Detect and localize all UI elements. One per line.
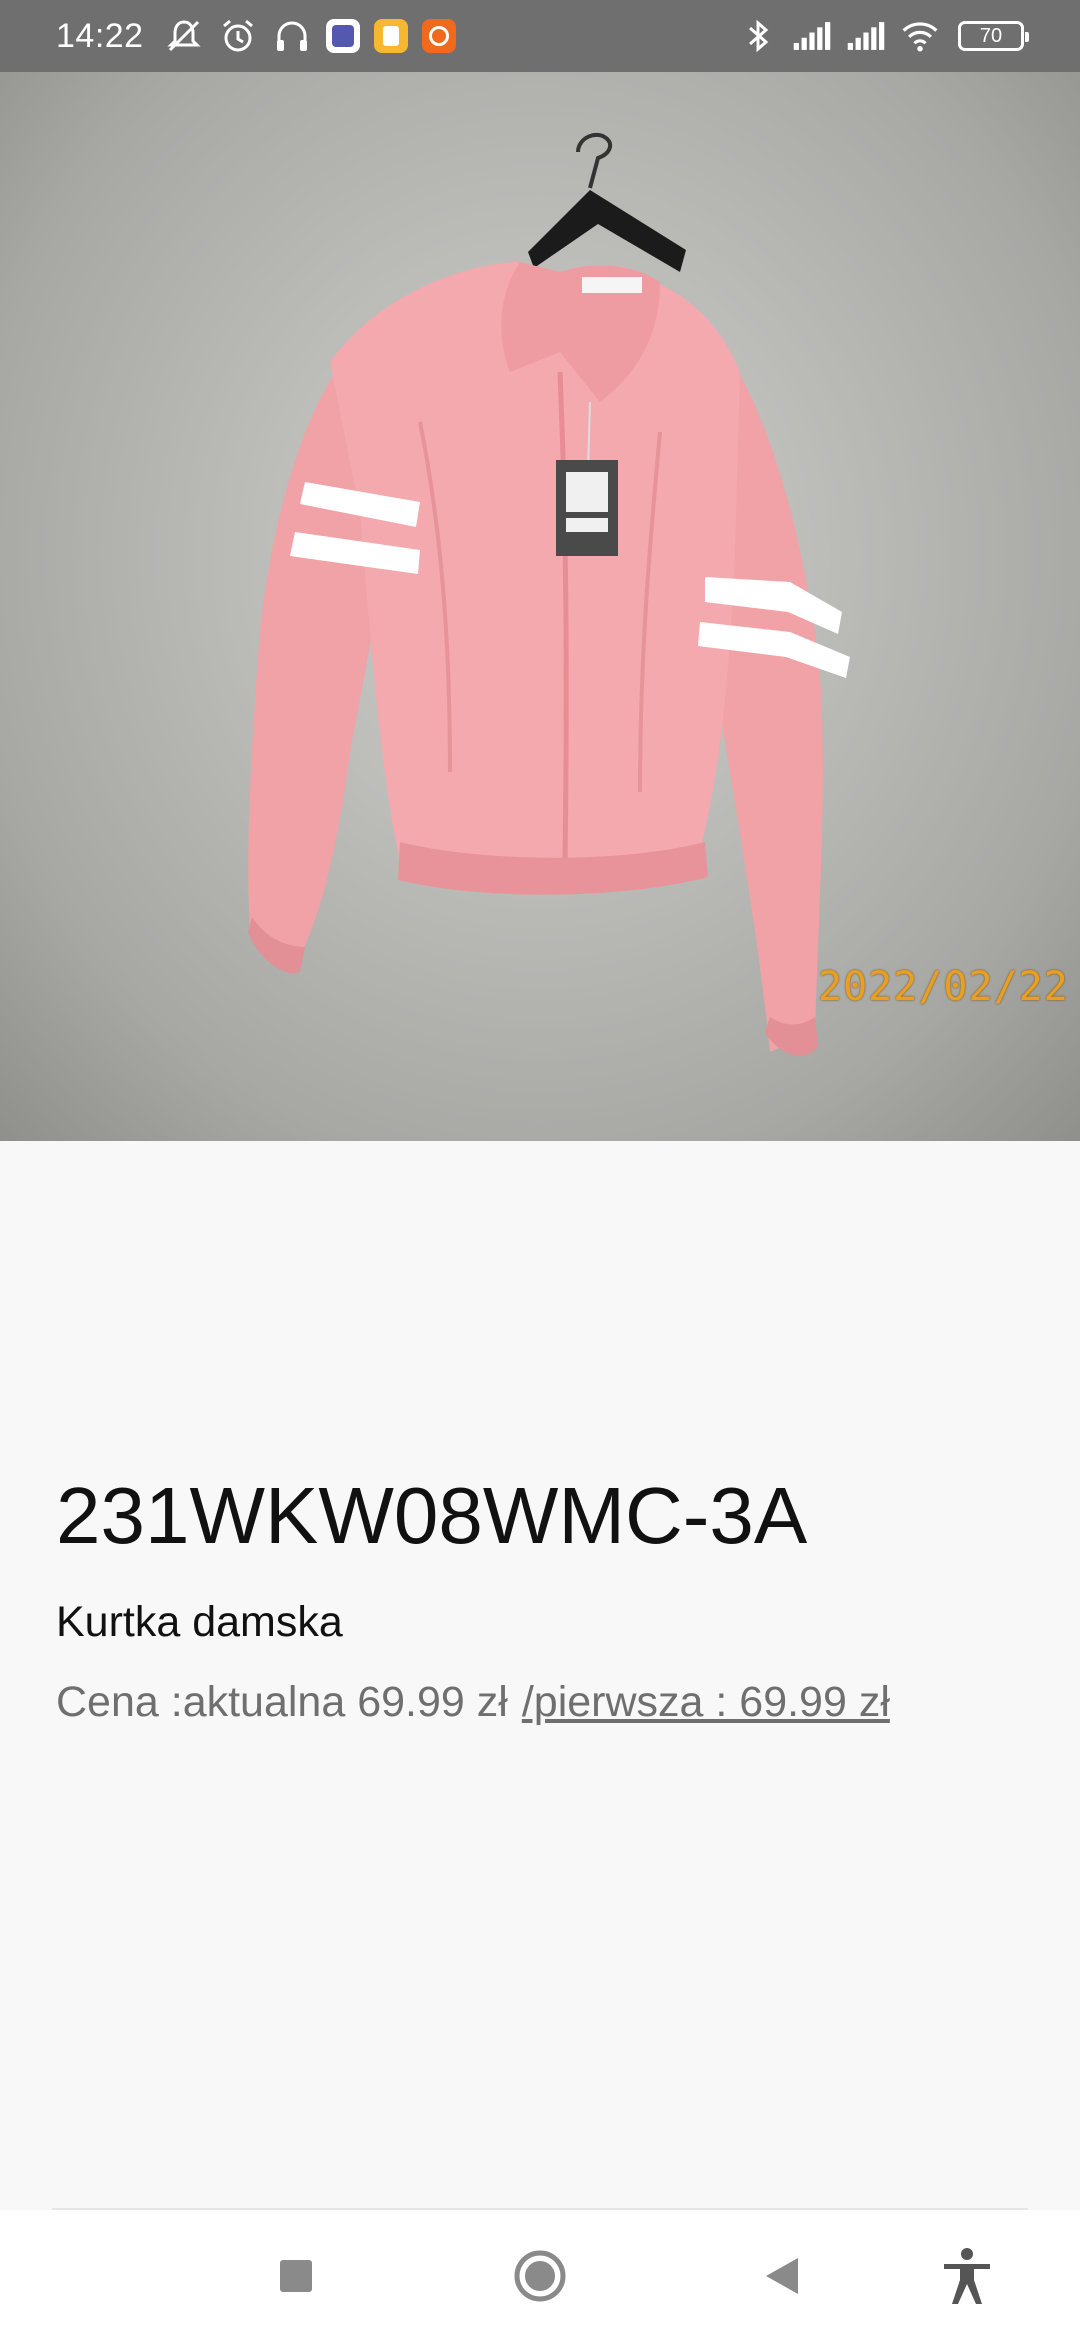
headphones-icon [272, 16, 312, 56]
recents-button[interactable] [264, 2244, 328, 2308]
status-right: 70 [738, 16, 1029, 56]
product-code: 231WKW08WMC-3A [56, 1471, 808, 1560]
back-button[interactable] [750, 2244, 814, 2308]
teams-app-icon [325, 19, 360, 53]
signal-icon [792, 16, 832, 56]
product-photo[interactable]: 2022/02/22 09 [0, 72, 1080, 1141]
accessibility-button[interactable] [935, 2244, 999, 2308]
alarm-icon [218, 16, 258, 56]
product-name: Kurtka damska [56, 1598, 343, 1646]
price-current: Cena :aktualna 69.99 zł [56, 1678, 508, 1726]
jacket-label [582, 277, 642, 293]
wifi-icon [900, 16, 940, 56]
signal-icon [846, 16, 886, 56]
accessibility-icon [944, 2248, 990, 2304]
mute-icon [164, 16, 204, 56]
navigation-bar [0, 2210, 1080, 2340]
back-icon [766, 2258, 798, 2294]
notes-app-icon [373, 19, 408, 53]
battery-level: 70 [979, 24, 1003, 47]
status-bar: 14:22 70 [0, 0, 1080, 72]
hanger [528, 190, 686, 272]
price-first[interactable]: /pierwsza : 69.99 zł [522, 1678, 890, 1726]
status-left: 14:22 [56, 16, 456, 56]
hanger-hook [576, 132, 613, 189]
recents-icon [280, 2260, 312, 2292]
home-icon [514, 2250, 566, 2302]
status-time: 14:22 [56, 16, 144, 55]
bluetooth-icon [738, 16, 778, 56]
price-line: Cena :aktualna 69.99 zł/pierwsza : 69.99… [56, 1678, 890, 1727]
battery-icon: 70 [958, 21, 1029, 51]
home-button[interactable] [508, 2244, 572, 2308]
mi-app-icon [421, 19, 456, 53]
photo-date-stamp: 2022/02/22 09 [818, 964, 1080, 1010]
